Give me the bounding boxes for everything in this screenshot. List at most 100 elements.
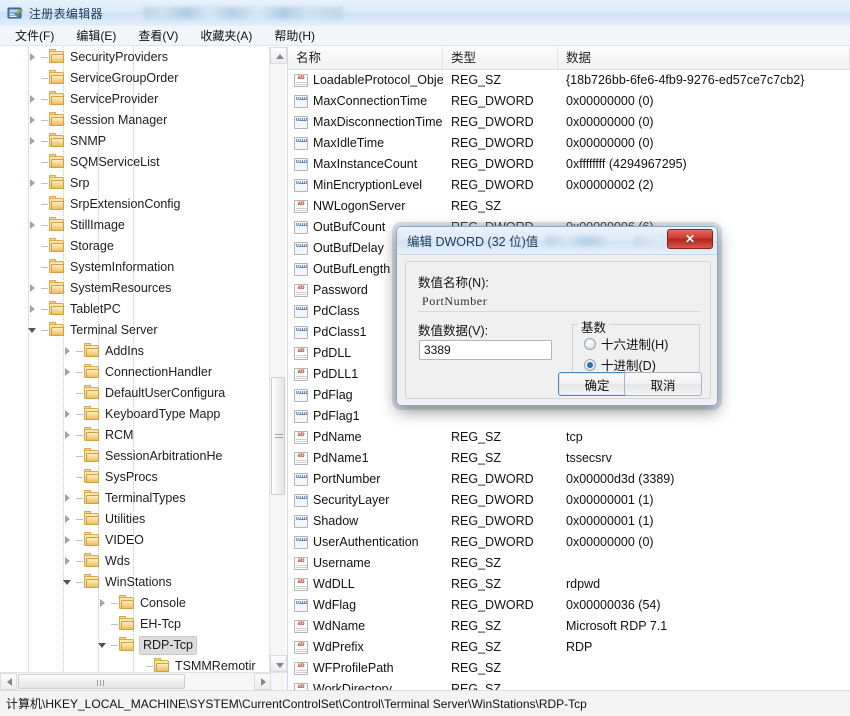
tree-item-utilities[interactable]: Utilities: [0, 509, 270, 530]
table-row[interactable]: ab WdPrefix REG_SZ RDP: [288, 637, 850, 658]
tree-item-srp[interactable]: Srp: [0, 173, 270, 194]
table-row[interactable]: 011100 MaxConnectionTime REG_DWORD 0x000000…: [288, 91, 850, 112]
table-row[interactable]: 011100 WdFlag REG_DWORD 0x00000036 (54): [288, 595, 850, 616]
column-header-name[interactable]: 名称: [288, 47, 443, 69]
menu-bar[interactable]: 文件(F) 编辑(E) 查看(V) 收藏夹(A) 帮助(H): [0, 26, 850, 46]
tree-item-sessionarbitrationhe[interactable]: SessionArbitrationHe: [0, 446, 270, 467]
tree-item-systemresources[interactable]: SystemResources: [0, 278, 270, 299]
chevron-right-icon[interactable]: [63, 535, 74, 546]
list-column-headers[interactable]: 名称 类型 数据: [288, 47, 850, 70]
table-row[interactable]: 011100 SecurityLayer REG_DWORD 0x00000001 (…: [288, 490, 850, 511]
chevron-down-icon[interactable]: [98, 640, 109, 651]
tree-item-securityproviders[interactable]: SecurityProviders: [0, 47, 270, 68]
chevron-right-icon[interactable]: [98, 598, 109, 609]
table-row[interactable]: 011100 MinEncryptionLevel REG_DWORD 0x00000…: [288, 175, 850, 196]
chevron-right-icon[interactable]: [63, 367, 74, 378]
column-header-data[interactable]: 数据: [558, 47, 850, 69]
chevron-right-icon[interactable]: [28, 283, 39, 294]
tree-item-addins[interactable]: AddIns: [0, 341, 270, 362]
table-row[interactable]: 011100 MaxIdleTime REG_DWORD 0x00000000 (0): [288, 133, 850, 154]
chevron-right-icon[interactable]: [28, 136, 39, 147]
tree-item-connectionhandler[interactable]: ConnectionHandler: [0, 362, 270, 383]
chevron-right-icon[interactable]: [28, 52, 39, 63]
tree-item-srpextensionconfig[interactable]: SrpExtensionConfig: [0, 194, 270, 215]
radio-hexadecimal-icon[interactable]: [584, 337, 596, 350]
menu-favorites[interactable]: 收藏夹(A): [197, 26, 255, 45]
chevron-right-icon[interactable]: [63, 346, 74, 357]
tree-item-video[interactable]: VIDEO: [0, 530, 270, 551]
chevron-right-icon[interactable]: [28, 94, 39, 105]
menu-file[interactable]: 文件(F): [12, 26, 57, 45]
table-row[interactable]: ab PdName REG_SZ tcp: [288, 427, 850, 448]
table-row[interactable]: 011100 MaxInstanceCount REG_DWORD 0xfffffff…: [288, 154, 850, 175]
chevron-right-icon[interactable]: [28, 115, 39, 126]
tree-item-storage[interactable]: Storage: [0, 236, 270, 257]
chevron-down-icon[interactable]: [28, 325, 39, 336]
tree-item-session-manager[interactable]: Session Manager: [0, 110, 270, 131]
table-row[interactable]: ab WorkDirectory REG_SZ: [288, 679, 850, 690]
chevron-right-icon[interactable]: [28, 304, 39, 315]
cancel-button[interactable]: 取消: [624, 372, 702, 396]
menu-edit[interactable]: 编辑(E): [73, 26, 119, 45]
tree-item-terminal-server[interactable]: Terminal Server: [0, 320, 270, 341]
table-row[interactable]: ab PdName1 REG_SZ tssecsrv: [288, 448, 850, 469]
tree-vscroll-thumb[interactable]: [271, 377, 285, 495]
table-row[interactable]: 011100 PdFlag1: [288, 406, 850, 427]
tree-item-terminaltypes[interactable]: TerminalTypes: [0, 488, 270, 509]
tree-item-tabletpc[interactable]: TabletPC: [0, 299, 270, 320]
scroll-left-arrow-icon[interactable]: [0, 673, 17, 690]
tree-item-sqmservicelist[interactable]: SQMServiceList: [0, 152, 270, 173]
tree-item-snmp[interactable]: SNMP: [0, 131, 270, 152]
chevron-right-icon[interactable]: [28, 178, 39, 189]
string-value-icon: ab: [294, 641, 308, 654]
chevron-right-icon[interactable]: [63, 430, 74, 441]
table-row[interactable]: 011100 MaxDisconnectionTime REG_DWORD 0x000…: [288, 112, 850, 133]
radio-decimal-icon[interactable]: [584, 358, 596, 371]
tree-item-wds[interactable]: Wds: [0, 551, 270, 572]
table-row[interactable]: ab Username REG_SZ: [288, 553, 850, 574]
radio-hexadecimal[interactable]: 十六进制(H): [584, 334, 668, 353]
tree-item-eh-tcp[interactable]: EH-Tcp: [0, 614, 270, 635]
edit-dword-dialog[interactable]: 编辑 DWORD (32 位)值 ✕ 数值名称(N): PortNumber 数…: [396, 226, 718, 406]
table-row[interactable]: ab LoadableProtocol_Object REG_SZ {18b726bb…: [288, 70, 850, 91]
scroll-up-arrow-icon[interactable]: [270, 47, 287, 64]
scroll-down-arrow-icon[interactable]: [270, 655, 287, 672]
table-row[interactable]: ab WdDLL REG_SZ rdpwd: [288, 574, 850, 595]
table-row[interactable]: ab NWLogonServer REG_SZ: [288, 196, 850, 217]
table-row[interactable]: 011100 Shadow REG_DWORD 0x00000001 (1): [288, 511, 850, 532]
tree-item-tsmmremotir[interactable]: TSMMRemotir: [0, 656, 270, 672]
chevron-right-icon[interactable]: [63, 514, 74, 525]
table-row[interactable]: 011100 PortNumber REG_DWORD 0x00000d3d (338…: [288, 469, 850, 490]
chevron-right-icon[interactable]: [63, 409, 74, 420]
chevron-down-icon[interactable]: [63, 577, 74, 588]
registry-tree[interactable]: SecurityProviders ServiceGroupOrder Servic…: [0, 47, 270, 672]
tree-item-servicegrouporder[interactable]: ServiceGroupOrder: [0, 68, 270, 89]
value-type-cell: REG_SZ: [451, 430, 502, 444]
column-header-type[interactable]: 类型: [443, 47, 558, 69]
table-row[interactable]: 011100 UserAuthentication REG_DWORD 0x00000…: [288, 532, 850, 553]
tree-horizontal-scrollbar[interactable]: [0, 672, 287, 690]
chevron-right-icon[interactable]: [28, 220, 39, 231]
tree-item-sysprocs[interactable]: SysProcs: [0, 467, 270, 488]
scroll-right-arrow-icon[interactable]: [254, 673, 271, 690]
tree-hscroll-thumb[interactable]: [18, 674, 185, 689]
menu-view[interactable]: 查看(V): [135, 26, 181, 45]
tree-item-console[interactable]: Console: [0, 593, 270, 614]
value-data-input[interactable]: [419, 340, 552, 360]
tree-item-stillimage[interactable]: StillImage: [0, 215, 270, 236]
table-row[interactable]: ab WdName REG_SZ Microsoft RDP 7.1: [288, 616, 850, 637]
tree-vertical-scrollbar[interactable]: [269, 47, 287, 672]
tree-item-serviceprovider[interactable]: ServiceProvider: [0, 89, 270, 110]
tree-item-rdp-tcp[interactable]: RDP-Tcp: [0, 635, 270, 656]
tree-item-defaultuserconfigura[interactable]: DefaultUserConfigura: [0, 383, 270, 404]
tree-item-systeminformation[interactable]: SystemInformation: [0, 257, 270, 278]
table-row[interactable]: ab WFProfilePath REG_SZ: [288, 658, 850, 679]
close-button[interactable]: ✕: [667, 229, 713, 249]
chevron-right-icon[interactable]: [63, 556, 74, 567]
tree-item-keyboardtype-mapp[interactable]: KeyboardType Mapp: [0, 404, 270, 425]
tree-item-rcm[interactable]: RCM: [0, 425, 270, 446]
menu-help[interactable]: 帮助(H): [271, 26, 318, 45]
chevron-right-icon[interactable]: [63, 493, 74, 504]
tree-item-winstations[interactable]: WinStations: [0, 572, 270, 593]
registry-tree-pane[interactable]: SecurityProviders ServiceGroupOrder Servic…: [0, 47, 288, 690]
